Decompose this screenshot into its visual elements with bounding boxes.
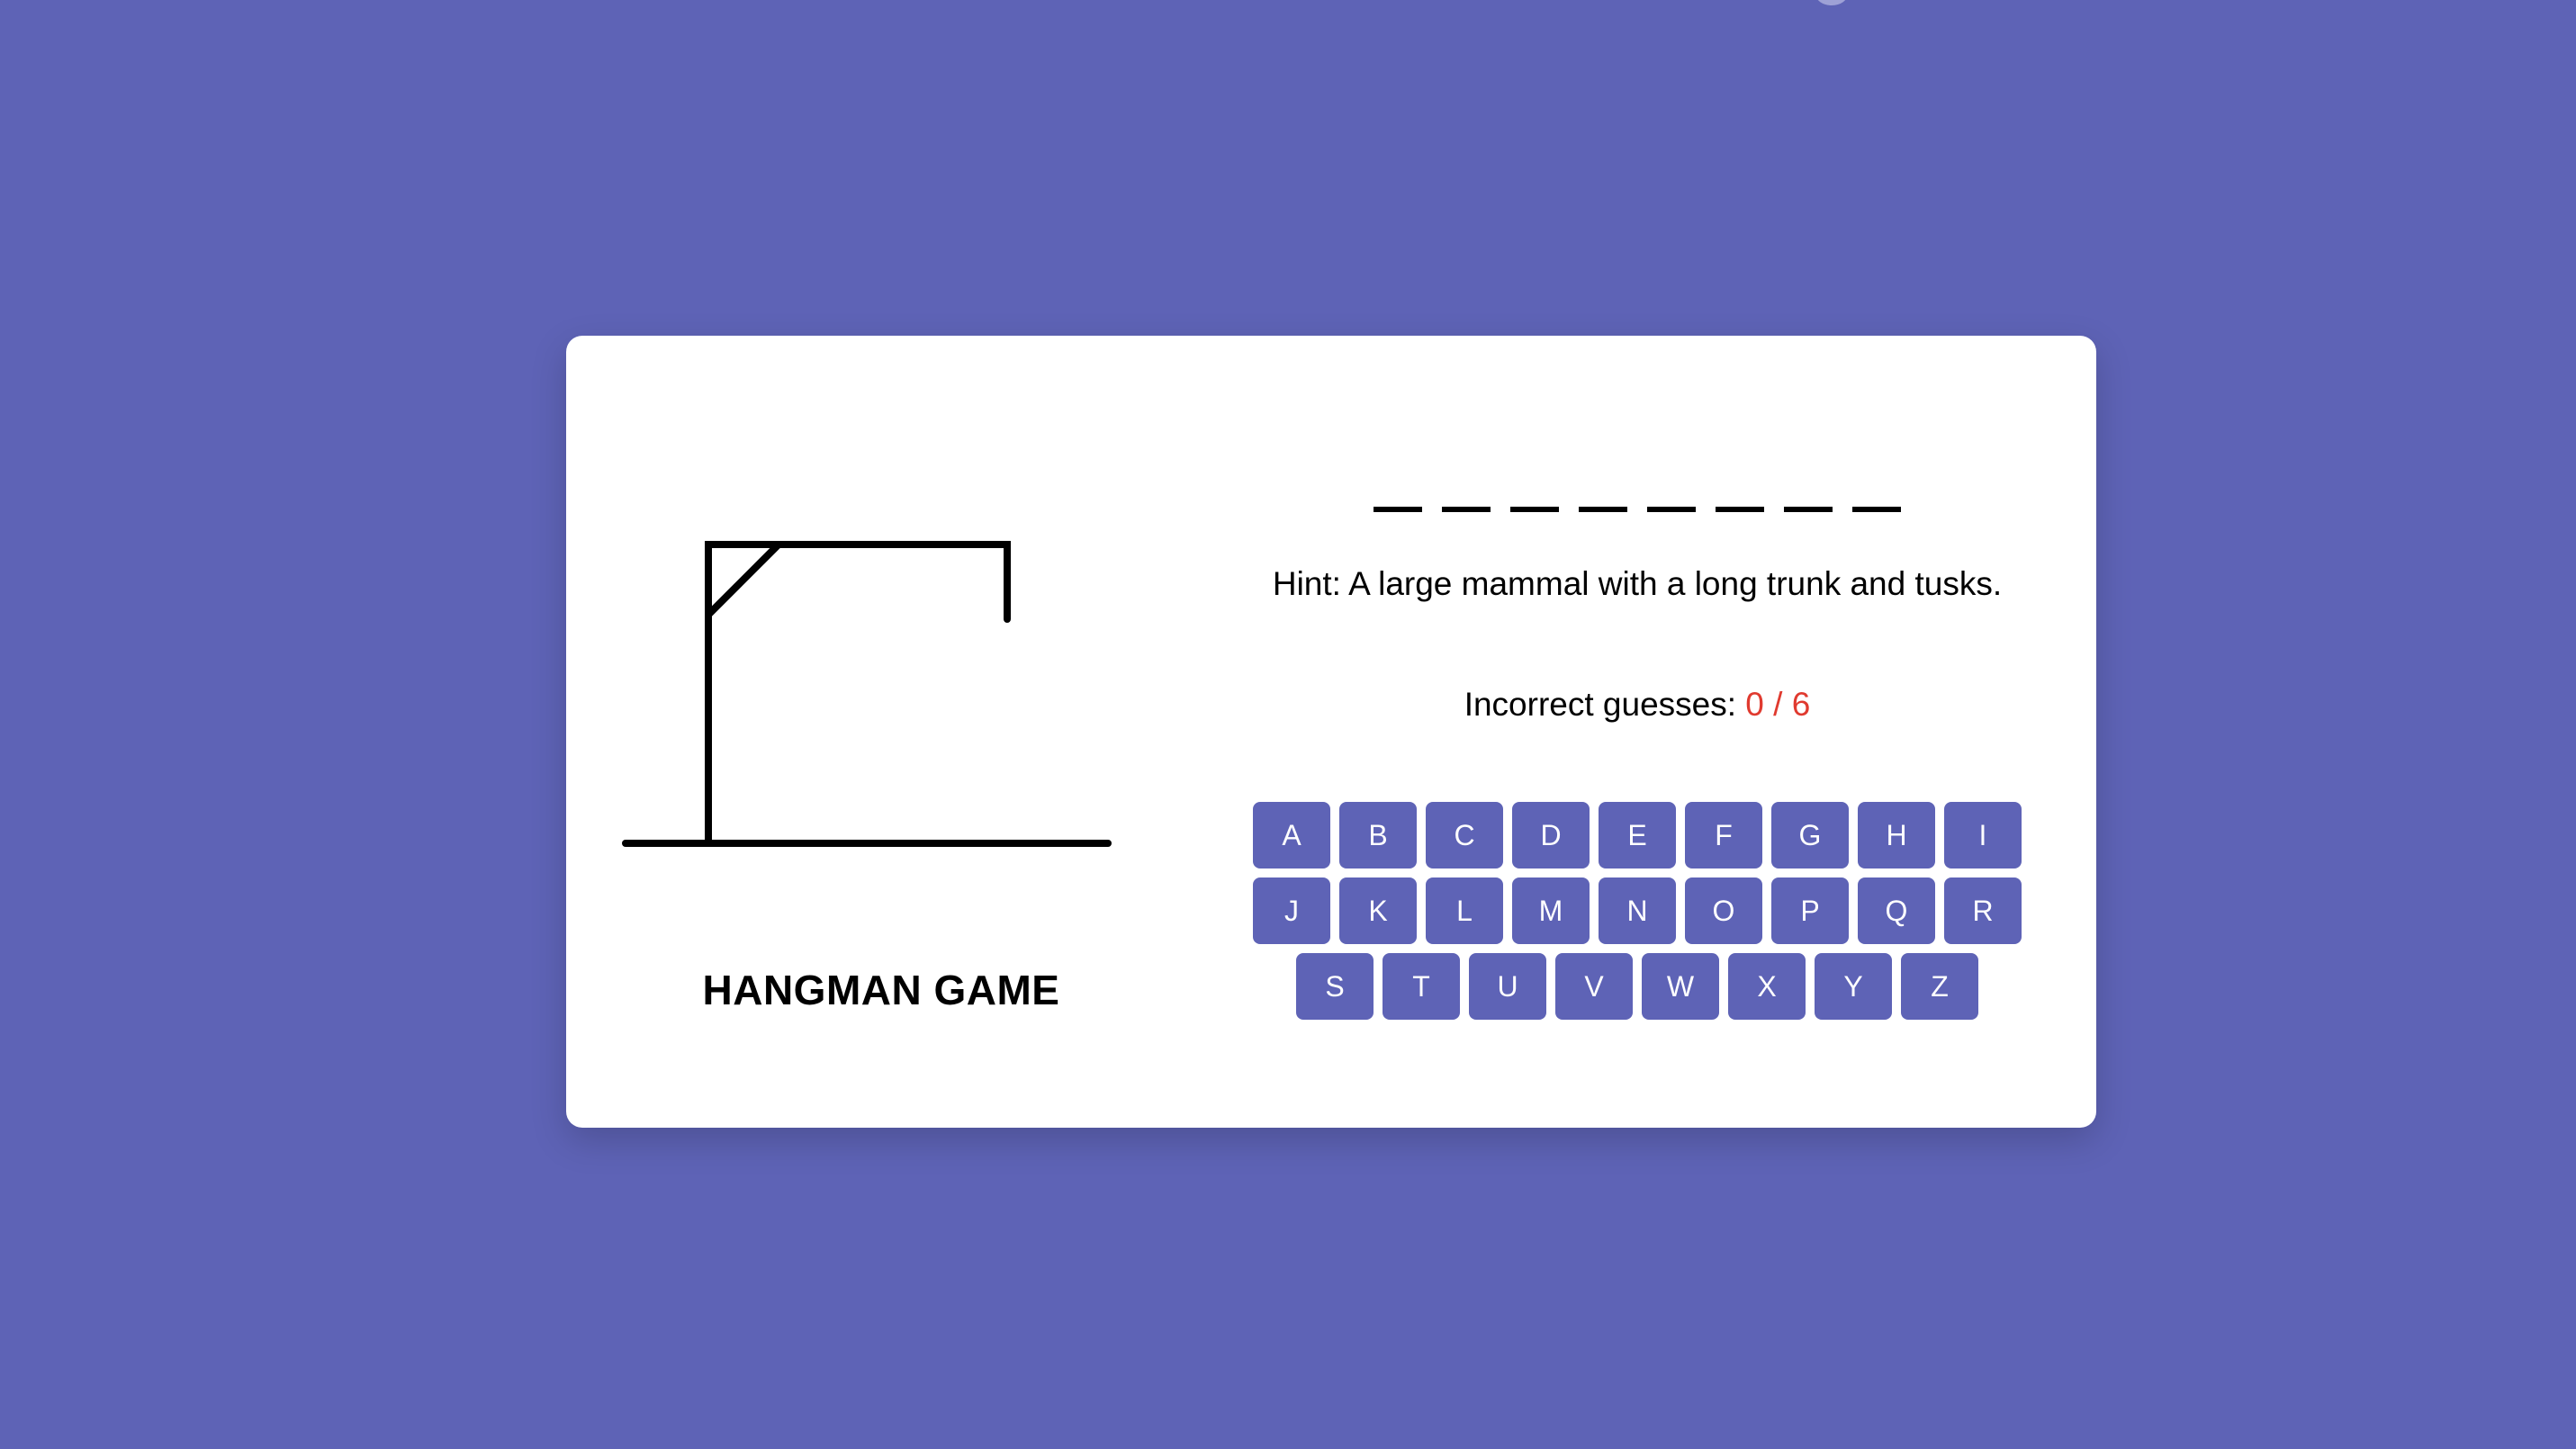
key-u[interactable]: U	[1469, 953, 1546, 1020]
gallows-brace	[705, 541, 782, 618]
letter-slot	[1852, 469, 1901, 512]
key-i[interactable]: I	[1944, 802, 2022, 868]
background-dot	[1815, 0, 1848, 5]
key-d[interactable]: D	[1512, 802, 1590, 868]
key-o[interactable]: O	[1685, 878, 1762, 944]
key-g[interactable]: G	[1771, 802, 1849, 868]
letter-keyboard: ABCDEFGHI JKLMNOPQR STUVWXYZ	[1232, 802, 2042, 1029]
keyboard-row: JKLMNOPQR	[1232, 878, 2042, 944]
key-e[interactable]: E	[1599, 802, 1676, 868]
keyboard-row: STUVWXYZ	[1232, 953, 2042, 1020]
key-j[interactable]: J	[1253, 878, 1330, 944]
game-title: HANGMAN GAME	[702, 967, 1060, 1013]
page: HANGMAN GAME Hint: A large mammal with a…	[0, 0, 2576, 1449]
key-t[interactable]: T	[1383, 953, 1460, 1020]
incorrect-guesses-label: Incorrect guesses:	[1464, 686, 1737, 723]
key-f[interactable]: F	[1685, 802, 1762, 868]
letter-slot	[1579, 469, 1627, 512]
key-q[interactable]: Q	[1858, 878, 1935, 944]
gallows-drawing	[622, 541, 1112, 847]
letter-slot	[1442, 469, 1491, 512]
game-card: HANGMAN GAME Hint: A large mammal with a…	[566, 336, 2096, 1128]
key-x[interactable]: X	[1728, 953, 1806, 1020]
letter-slot	[1510, 469, 1559, 512]
key-v[interactable]: V	[1555, 953, 1633, 1020]
hangman-panel: HANGMAN GAME	[566, 336, 1214, 1128]
key-s[interactable]: S	[1296, 953, 1374, 1020]
letter-slot	[1647, 469, 1696, 512]
key-m[interactable]: M	[1512, 878, 1590, 944]
key-l[interactable]: L	[1426, 878, 1503, 944]
incorrect-guesses-count: 0 / 6	[1745, 686, 1811, 723]
key-w[interactable]: W	[1642, 953, 1719, 1020]
word-display	[1232, 469, 2042, 512]
key-c[interactable]: C	[1426, 802, 1503, 868]
key-n[interactable]: N	[1599, 878, 1676, 944]
key-a[interactable]: A	[1253, 802, 1330, 868]
letter-slot	[1784, 469, 1833, 512]
key-k[interactable]: K	[1339, 878, 1417, 944]
incorrect-guesses: Incorrect guesses: 0 / 6	[1232, 681, 2042, 728]
key-b[interactable]: B	[1339, 802, 1417, 868]
letter-slot	[1716, 469, 1764, 512]
letter-slot	[1374, 469, 1422, 512]
key-z[interactable]: Z	[1901, 953, 1978, 1020]
key-p[interactable]: P	[1771, 878, 1849, 944]
hint-text: Hint: A large mammal with a long trunk a…	[1272, 565, 2003, 602]
key-r[interactable]: R	[1944, 878, 2022, 944]
keyboard-row: ABCDEFGHI	[1232, 802, 2042, 868]
key-y[interactable]: Y	[1815, 953, 1892, 1020]
key-h[interactable]: H	[1858, 802, 1935, 868]
game-panel: Hint: A large mammal with a long trunk a…	[1232, 336, 2042, 1128]
